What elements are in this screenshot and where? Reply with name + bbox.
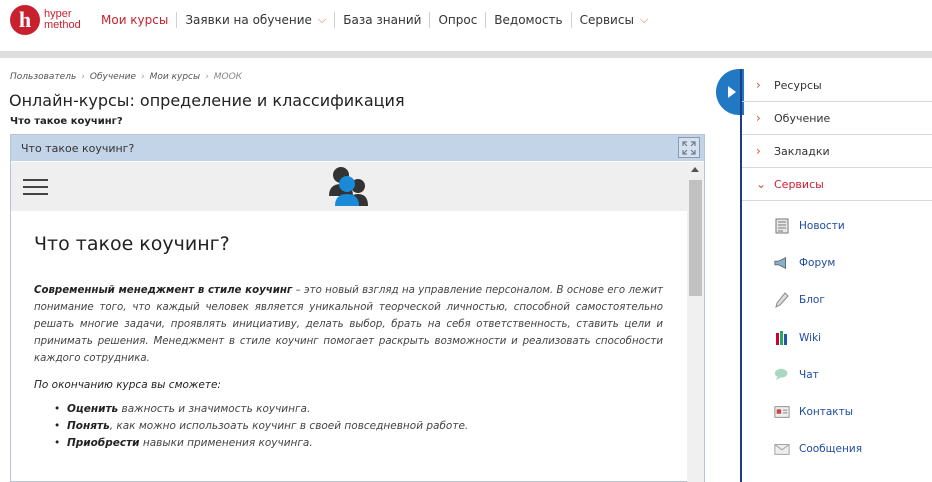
fullscreen-icon[interactable] xyxy=(678,137,700,158)
scroll-up-arrow-icon[interactable] xyxy=(691,167,699,172)
breadcrumb-item[interactable]: Обучение xyxy=(90,72,136,82)
logo-mark: h xyxy=(10,5,40,35)
sidebar-item-forum[interactable]: Форум xyxy=(742,244,932,281)
para-text: – это новый взгляд на управление персона… xyxy=(34,285,663,364)
module-scrollbar[interactable] xyxy=(687,162,704,482)
chevron-right-icon: › xyxy=(756,78,761,92)
users-icon xyxy=(329,167,368,206)
sidebar-item-chat[interactable]: Чат xyxy=(742,356,932,393)
breadcrumb-separator: › xyxy=(140,72,145,82)
sidebar-item-news[interactable]: Новости xyxy=(742,207,932,244)
news-icon xyxy=(774,218,790,234)
hamburger-menu-icon[interactable] xyxy=(23,179,48,196)
chevron-down-icon: ⌵ xyxy=(639,13,649,26)
nav-item-services[interactable]: Сервисы ⌵ xyxy=(570,12,657,28)
nav-item-knowledge-base[interactable]: База знаний xyxy=(334,12,429,28)
top-navigation-bar: h hyper method Мои курсы Заявки на обуче… xyxy=(0,0,932,40)
module-paragraph: Современный менеджмент в стиле коучинг –… xyxy=(34,282,663,367)
nav-item-my-courses[interactable]: Мои курсы xyxy=(93,12,176,28)
forum-icon xyxy=(774,255,790,271)
outcomes-list: Оценить важность и значимость коучинга. … xyxy=(34,401,663,452)
page-subtitle: Что такое коучинг? xyxy=(10,116,123,127)
wiki-icon xyxy=(774,330,790,346)
chevron-right-icon: › xyxy=(756,144,761,158)
blog-icon xyxy=(774,292,790,309)
breadcrumb-separator: › xyxy=(81,72,85,82)
chevron-down-icon: ⌵ xyxy=(317,13,327,26)
sidebar-item-contacts[interactable]: Контакты xyxy=(742,393,932,430)
sidebar-section-services[interactable]: ⌄ Сервисы xyxy=(742,168,932,201)
breadcrumb-item[interactable]: Пользователь xyxy=(10,72,76,82)
main-nav: Мои курсы Заявки на обучение ⌵ База знани… xyxy=(93,12,656,28)
nav-item-survey[interactable]: Опрос xyxy=(429,12,485,28)
scroll-thumb[interactable] xyxy=(689,180,702,296)
chat-icon xyxy=(774,367,790,383)
logo-text: hyper method xyxy=(44,9,81,31)
course-module-frame: Что такое коучинг? Что такое коучинг? Со… xyxy=(10,134,705,482)
sidebar-section-learning[interactable]: › Обучение xyxy=(742,102,932,135)
nav-item-applications[interactable]: Заявки на обучение ⌵ xyxy=(176,12,334,28)
header-divider xyxy=(0,51,932,58)
sidebar-section-resources[interactable]: › Ресурсы xyxy=(742,69,932,102)
module-header: Что такое коучинг? xyxy=(11,135,704,161)
sidebar-section-bookmarks[interactable]: › Закладки xyxy=(742,135,932,168)
list-item: Понять, как можно использоать коучинг в … xyxy=(54,418,663,435)
module-heading: Что такое коучинг? xyxy=(34,233,230,255)
breadcrumb-item[interactable]: Мои курсы xyxy=(150,72,201,82)
logo-line2: method xyxy=(44,19,81,31)
sidebar-item-wiki[interactable]: Wiki xyxy=(742,319,932,356)
sidebar-item-messages[interactable]: Сообщения xyxy=(742,431,932,468)
breadcrumb: Пользователь › Обучение › Мои курсы › МООК xyxy=(10,72,247,82)
hypermethod-logo[interactable]: h hyper method xyxy=(10,5,90,35)
module-inner-header xyxy=(11,162,687,211)
outcomes-heading: По окончанию курса вы сможете: xyxy=(34,379,221,391)
chevron-down-icon: ⌄ xyxy=(756,177,767,191)
messages-icon xyxy=(774,441,790,457)
module-header-title: Что такое коучинг? xyxy=(21,141,135,155)
para-bold: Современный менеджмент в стиле коучинг xyxy=(34,285,293,296)
page-title: Онлайн-курсы: определение и классификаци… xyxy=(9,91,405,110)
sidebar-item-blog[interactable]: Блог xyxy=(742,282,932,319)
breadcrumb-current: МООК xyxy=(213,72,243,82)
nav-item-gradebook[interactable]: Ведомость xyxy=(485,12,570,28)
contacts-icon xyxy=(774,404,790,420)
chevron-right-icon: › xyxy=(756,111,761,125)
module-content: Что такое коучинг? Современный менеджмен… xyxy=(11,211,687,481)
list-item: Приобрести навыки применения коучинга. xyxy=(54,435,663,452)
right-sidebar: › Ресурсы › Обучение › Закладки ⌄ Сервисы Но… xyxy=(740,69,932,482)
breadcrumb-separator: › xyxy=(205,72,209,82)
list-item: Оценить важность и значимость коучинга. xyxy=(54,401,663,418)
